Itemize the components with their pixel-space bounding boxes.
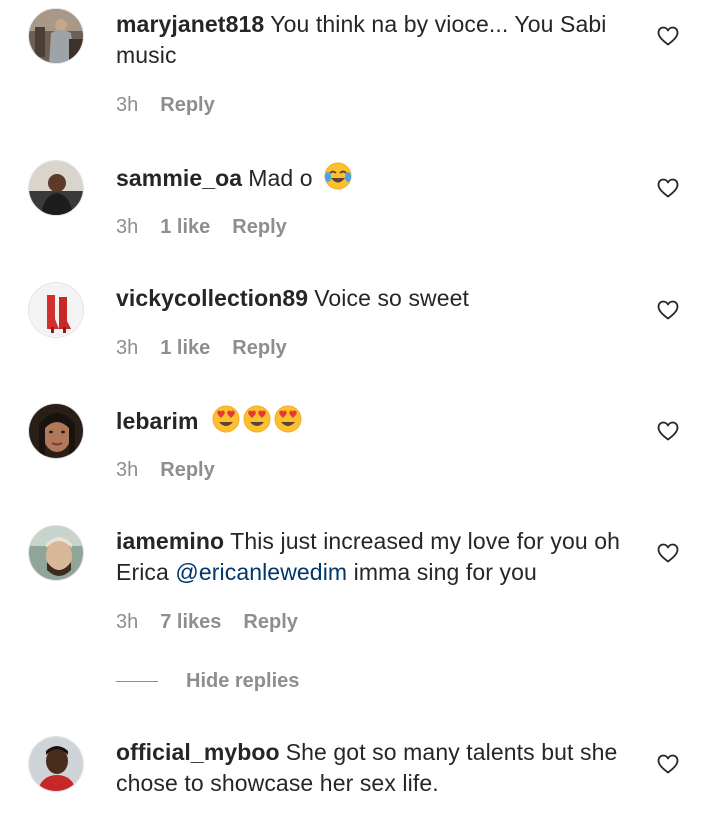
comment-time: 3h xyxy=(116,611,139,633)
divider-line xyxy=(116,681,158,682)
hide-replies-button[interactable]: Hide replies xyxy=(116,670,299,693)
likes-count[interactable]: 7 likes xyxy=(160,611,221,634)
likes-count[interactable]: 1 like xyxy=(160,337,210,360)
comment-username[interactable]: iamemino xyxy=(116,528,224,554)
comment-meta: 3h Reply xyxy=(116,94,215,117)
comment-meta: 3h Reply xyxy=(116,459,215,482)
heart-eyes-icon xyxy=(274,405,302,433)
avatar[interactable] xyxy=(28,525,84,581)
reply-button[interactable]: Reply xyxy=(160,94,214,117)
comment-body: Mad o xyxy=(248,165,313,191)
comment-meta: 3h 1 like Reply xyxy=(116,216,287,239)
hide-replies-label[interactable]: Hide replies xyxy=(186,670,299,693)
like-heart-icon[interactable] xyxy=(656,298,680,322)
comment-username[interactable]: vickycollection89 xyxy=(116,285,308,311)
comment-username[interactable]: sammie_oa xyxy=(116,165,242,191)
heart-eyes-icon xyxy=(243,405,271,433)
comment-text: sammie_oa Mad o xyxy=(116,161,636,194)
comment-meta: 3h 7 likes Reply xyxy=(116,611,298,634)
comment-username[interactable]: official_myboo xyxy=(116,739,280,765)
comment-text: vickycollection89 Voice so sweet xyxy=(116,283,636,314)
comment-meta: 3h 1 like Reply xyxy=(116,337,287,360)
face-with-tears-of-joy-icon xyxy=(324,162,352,190)
like-heart-icon[interactable] xyxy=(656,541,680,565)
comment-time: 3h xyxy=(116,94,139,116)
comment-time: 3h xyxy=(116,216,139,238)
comment-time: 3h xyxy=(116,337,139,359)
comment-time: 3h xyxy=(116,459,139,481)
comment-text: official_myboo She got so many talents bu… xyxy=(116,737,636,799)
reply-button[interactable]: Reply xyxy=(160,459,214,482)
reply-button[interactable]: Reply xyxy=(243,611,297,634)
avatar[interactable] xyxy=(28,160,84,216)
like-heart-icon[interactable] xyxy=(656,24,680,48)
like-heart-icon[interactable] xyxy=(656,752,680,776)
like-heart-icon[interactable] xyxy=(656,176,680,200)
reply-button[interactable]: Reply xyxy=(232,337,286,360)
reply-button[interactable]: Reply xyxy=(232,216,286,239)
comment-username[interactable]: lebarim xyxy=(116,408,199,434)
avatar[interactable] xyxy=(28,282,84,338)
likes-count[interactable]: 1 like xyxy=(160,216,210,239)
like-heart-icon[interactable] xyxy=(656,419,680,443)
avatar[interactable] xyxy=(28,403,84,459)
comment-text: iamemino This just increased my love for … xyxy=(116,526,636,588)
avatar[interactable] xyxy=(28,736,84,792)
heart-eyes-icon xyxy=(212,405,240,433)
avatar[interactable] xyxy=(28,8,84,64)
comment-username[interactable]: maryjanet818 xyxy=(116,11,264,37)
comment-text: maryjanet818 You think na by vioce... You… xyxy=(116,9,636,71)
comment-body-continued: imma sing for you xyxy=(353,559,537,585)
mention-link[interactable]: @ericanlewedim xyxy=(175,559,347,585)
comment-text: lebarim xyxy=(116,404,636,437)
comment-body: Voice so sweet xyxy=(314,285,470,311)
